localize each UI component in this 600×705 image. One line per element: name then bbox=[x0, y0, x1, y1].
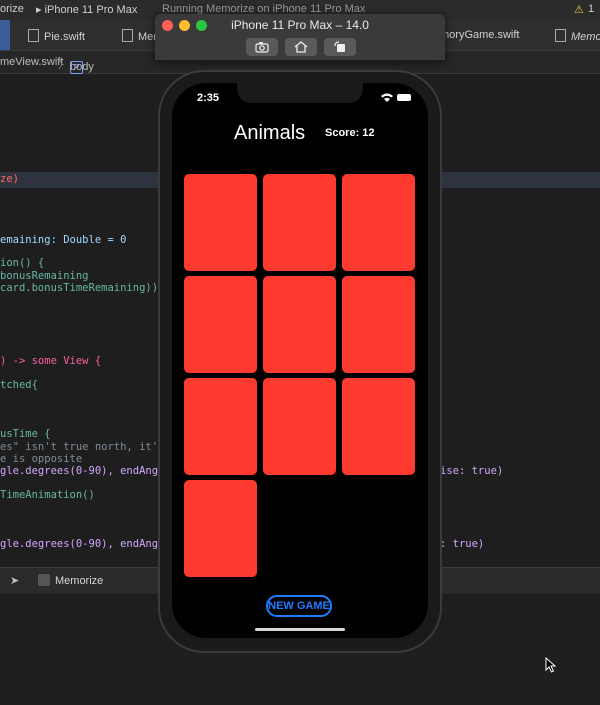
code-line: ise: true) bbox=[440, 465, 504, 477]
tab-label: Pie.swift bbox=[44, 31, 85, 43]
simulator-title: iPhone 11 Pro Max – 14.0 bbox=[231, 18, 369, 32]
card[interactable] bbox=[263, 174, 336, 271]
breadcrumb-file[interactable]: meView.swift bbox=[0, 56, 63, 68]
rotate-button[interactable] bbox=[324, 38, 356, 56]
code-line: card.bonusTimeRemaining)) { bbox=[0, 282, 171, 294]
code-line: tched{ bbox=[0, 379, 38, 391]
card[interactable] bbox=[263, 276, 336, 373]
card[interactable] bbox=[184, 480, 257, 577]
app-icon bbox=[38, 574, 50, 586]
debug-scheme[interactable]: Memorize bbox=[38, 574, 103, 587]
breadcrumb-symbol-label: body bbox=[70, 61, 94, 73]
card[interactable] bbox=[263, 378, 336, 475]
tab-label: Memo bbox=[571, 31, 600, 43]
device-selector[interactable]: ▸ iPhone 11 Pro Max bbox=[36, 3, 137, 16]
simulator-window-titlebar[interactable]: iPhone 11 Pro Max – 14.0 bbox=[155, 14, 445, 60]
new-game-button[interactable]: NEW GAME bbox=[266, 595, 332, 617]
card[interactable] bbox=[184, 174, 257, 271]
code-line: bonusRemaining bbox=[0, 270, 89, 282]
code-line: : true) bbox=[440, 538, 485, 550]
mouse-pointer-icon bbox=[545, 657, 557, 673]
warning-count: 1 bbox=[588, 3, 595, 15]
camera-icon bbox=[255, 42, 269, 53]
card[interactable] bbox=[342, 378, 415, 475]
home-indicator bbox=[255, 628, 345, 631]
code-line: ) -> some View { bbox=[0, 355, 102, 367]
device-notch bbox=[237, 83, 363, 103]
score-label: Score: 12 bbox=[325, 127, 375, 139]
tab-pie-swift[interactable]: Pie.swift bbox=[28, 29, 85, 43]
card[interactable] bbox=[184, 378, 257, 475]
code-line: emaining: Double = 0 bbox=[0, 234, 127, 246]
code-line: usTime { bbox=[0, 428, 51, 440]
card[interactable] bbox=[342, 174, 415, 271]
status-time: 2:35 bbox=[197, 92, 220, 104]
active-tab-indicator bbox=[0, 20, 10, 50]
tab-memo-preview[interactable]: Memo bbox=[555, 29, 600, 43]
device-name: iPhone 11 Pro Max bbox=[44, 4, 138, 16]
code-line: e is opposite bbox=[0, 453, 83, 465]
home-icon bbox=[294, 41, 308, 53]
chevron-right-icon: 〉 bbox=[58, 59, 69, 71]
battery-icon bbox=[397, 94, 411, 101]
location-arrow-icon[interactable]: ➤ bbox=[10, 574, 22, 587]
scheme-label[interactable]: orize bbox=[0, 3, 24, 15]
card[interactable] bbox=[342, 276, 415, 373]
tab-label: moryGame.swift bbox=[440, 29, 520, 41]
tab-memorygame-swift[interactable]: moryGame.swift bbox=[440, 29, 519, 41]
device-screen: 2:35 Animals Score: 12 NEW GAME bbox=[172, 83, 428, 638]
wifi-icon bbox=[381, 93, 393, 102]
code-line: ze) bbox=[0, 173, 19, 185]
code-line: TimeAnimation() bbox=[0, 489, 95, 501]
screenshot-button[interactable] bbox=[246, 38, 278, 56]
file-icon bbox=[28, 29, 39, 42]
home-button[interactable] bbox=[285, 38, 317, 56]
debug-scheme-label: Memorize bbox=[55, 575, 104, 587]
rotate-icon bbox=[334, 41, 345, 52]
card[interactable] bbox=[184, 276, 257, 373]
status-icons bbox=[371, 93, 411, 103]
game-title: Animals bbox=[234, 122, 306, 144]
warning-icon[interactable]: ⚠ bbox=[574, 3, 584, 16]
file-icon bbox=[122, 29, 133, 42]
file-icon bbox=[555, 29, 566, 42]
code-line: ion() { bbox=[0, 257, 45, 269]
